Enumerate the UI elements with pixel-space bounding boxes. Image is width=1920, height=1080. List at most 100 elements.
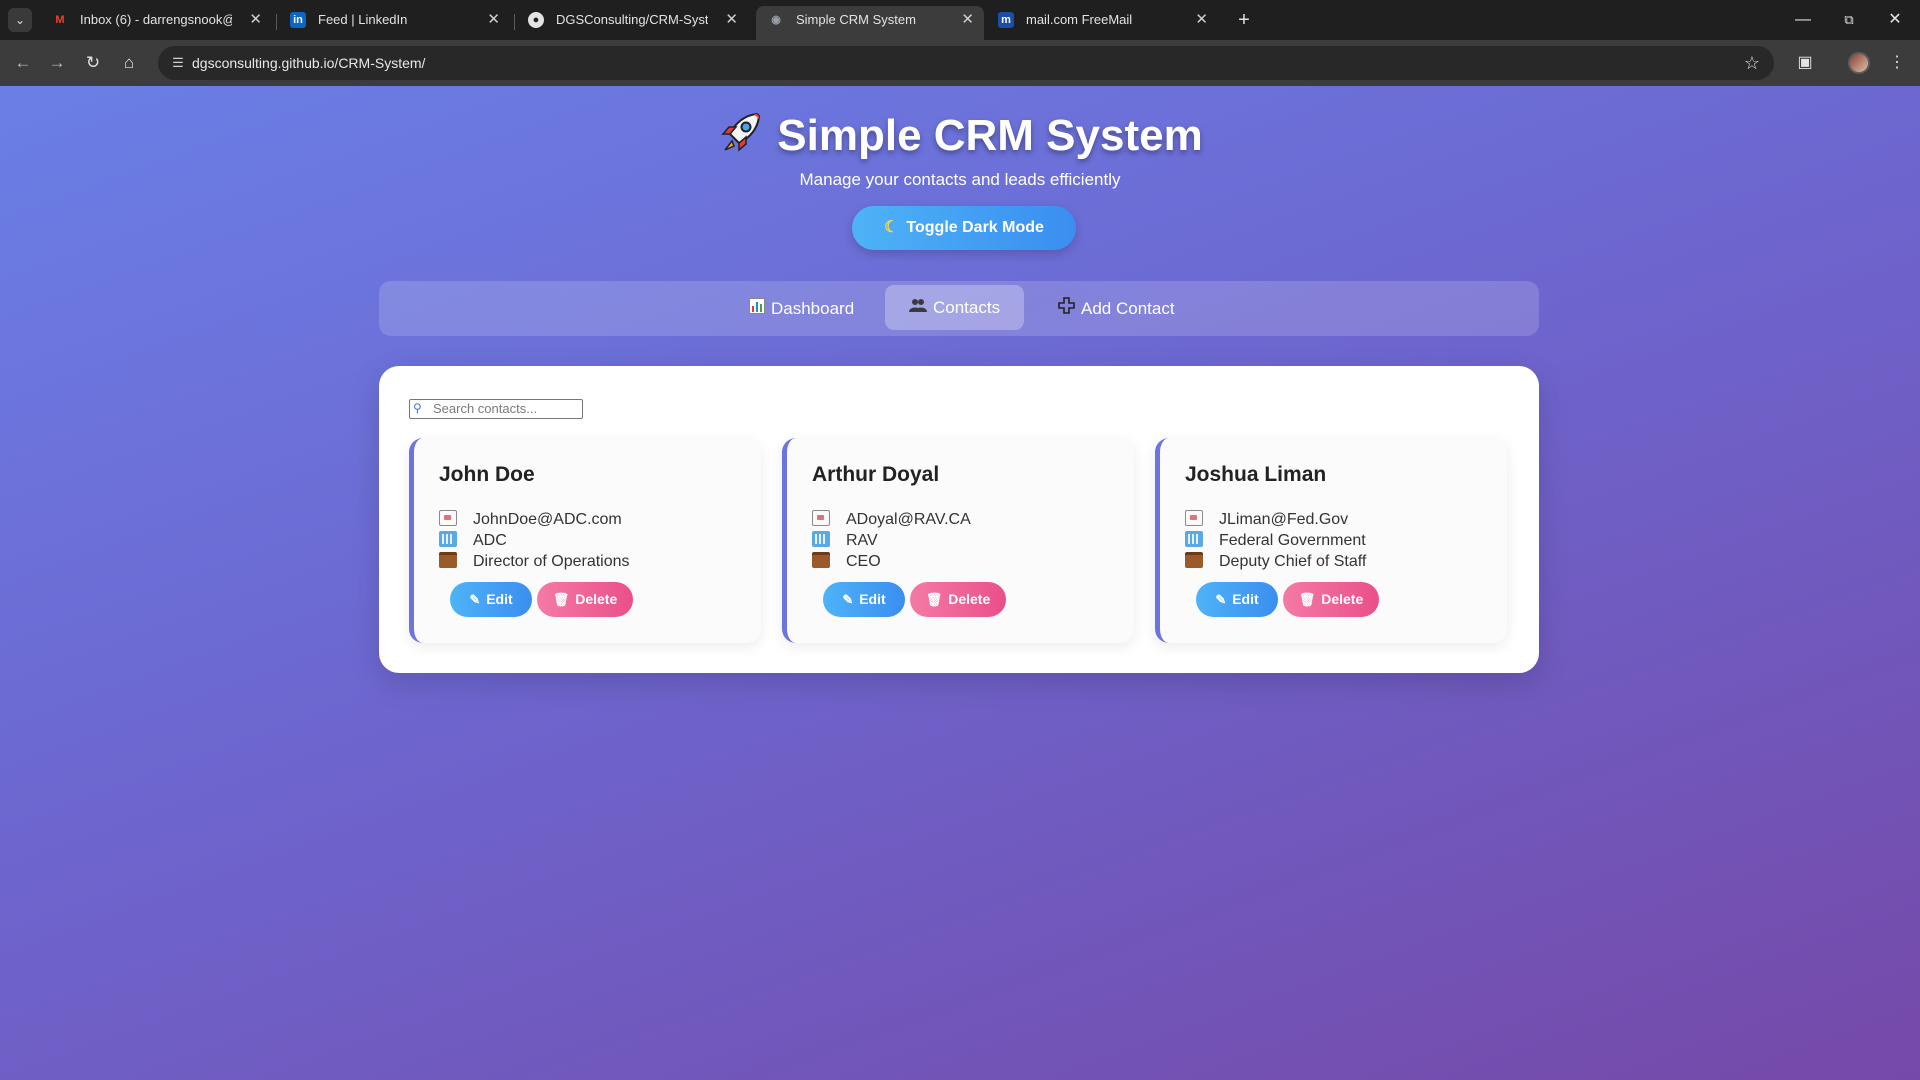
edit-label: Edit	[486, 591, 513, 607]
search-placeholder: Search contacts...	[433, 401, 538, 416]
edit-label: Edit	[859, 591, 886, 607]
contact-email: JLiman@Fed.Gov	[1219, 511, 1349, 528]
mailcom-icon: m	[998, 12, 1014, 28]
contact-company-row: RAV	[812, 531, 878, 551]
page-subtitle: Manage your contacts and leads efficient…	[799, 170, 1121, 189]
contact-name: Arthur Doyal	[812, 463, 940, 486]
edit-label: Edit	[1232, 591, 1259, 607]
moon-icon: ☾	[884, 219, 899, 236]
delete-label: Delete	[575, 591, 618, 607]
main-nav: Dashboard Contacts Add Contact	[379, 281, 1539, 336]
bookmark-star-icon[interactable]: ☆	[1740, 51, 1764, 75]
extensions-puzzle-icon[interactable]: ▣	[1792, 50, 1818, 76]
contact-name: John Doe	[439, 463, 535, 486]
minimize-icon[interactable]: —	[1780, 8, 1826, 32]
plus-icon	[1058, 282, 1075, 337]
forward-arrow-icon[interactable]: →	[44, 50, 70, 76]
magnifier-icon: ⚲	[413, 401, 422, 415]
contact-card: Joshua Liman JLiman@Fed.Gov Federal Gove…	[1155, 438, 1507, 643]
browser-tab-mailcom[interactable]: m mail.com FreeMail ✕	[986, 6, 1218, 40]
nav-add-contact[interactable]: Add Contact	[1058, 281, 1175, 336]
search-contacts-input[interactable]: ⚲ Search contacts...	[409, 399, 583, 419]
back-arrow-icon[interactable]: ←	[10, 50, 36, 76]
reload-icon[interactable]: ↻	[80, 50, 106, 76]
nav-dashboard-label: Dashboard	[771, 299, 855, 318]
contact-company: ADC	[473, 532, 507, 549]
tab-title: mail.com FreeMail	[1026, 12, 1133, 27]
building-icon	[812, 531, 830, 547]
contact-card: John Doe JohnDoe@ADC.com ADC Director of…	[409, 438, 761, 643]
home-icon[interactable]: ⌂	[116, 50, 142, 76]
trash-icon: 🗑	[552, 592, 570, 607]
contact-email: ADoyal@RAV.CA	[846, 511, 971, 528]
edit-button[interactable]: ✎ Edit	[1196, 582, 1278, 617]
browser-tab-gmail[interactable]: M Inbox (6) - darrengsnook@gmail.com ✕	[40, 6, 272, 40]
gmail-icon: M	[55, 14, 65, 26]
toggle-dark-mode-button[interactable]: ☾ Toggle Dark Mode	[852, 206, 1076, 250]
edit-button[interactable]: ✎ Edit	[823, 582, 905, 617]
tab-title: DGSConsulting/CRM-System: A	[556, 12, 708, 27]
tab-title: Simple CRM System	[796, 12, 916, 27]
nav-dashboard[interactable]: Dashboard	[749, 281, 854, 336]
contact-role: Deputy Chief of Staff	[1219, 553, 1367, 570]
delete-label: Delete	[1321, 591, 1364, 607]
contact-role: CEO	[846, 553, 881, 570]
close-tab-icon[interactable]: ✕	[1195, 6, 1208, 34]
delete-button[interactable]: 🗑 Delete	[1283, 582, 1379, 617]
browser-tab-linkedin[interactable]: in Feed | LinkedIn ✕	[278, 6, 510, 40]
contact-company-row: Federal Government	[1185, 531, 1366, 551]
url-text: dgsconsulting.github.io/CRM-System/	[192, 55, 426, 71]
contacts-panel: ⚲ Search contacts... John Doe JohnDoe@AD…	[379, 366, 1539, 673]
bar-chart-icon	[749, 282, 765, 337]
nav-contacts-label: Contacts	[933, 298, 1001, 317]
briefcase-icon	[439, 552, 457, 568]
crm-page: Simple CRM System Manage your contacts a…	[0, 86, 1920, 1080]
contact-email-row: ADoyal@RAV.CA	[812, 510, 971, 530]
pencil-icon: ✎	[1215, 592, 1227, 607]
page-title-text: Simple CRM System	[777, 111, 1203, 160]
close-tab-icon[interactable]: ✕	[487, 6, 500, 34]
envelope-icon	[1185, 510, 1203, 526]
rocket-icon	[717, 110, 763, 170]
site-settings-icon[interactable]: ☰	[168, 53, 188, 73]
contact-email-row: JohnDoe@ADC.com	[439, 510, 622, 530]
contact-role-row: Director of Operations	[439, 552, 630, 572]
more-menu-icon[interactable]: ⋮	[1884, 50, 1910, 76]
delete-button[interactable]: 🗑 Delete	[910, 582, 1006, 617]
restore-icon[interactable]: ⧉	[1826, 8, 1872, 32]
toggle-dark-mode-label: Toggle Dark Mode	[906, 219, 1044, 236]
contact-email: JohnDoe@ADC.com	[473, 511, 622, 528]
tab-divider	[276, 14, 277, 30]
browser-tab-github[interactable]: ● DGSConsulting/CRM-System: A ✕	[516, 6, 748, 40]
address-bar[interactable]: ☰ dgsconsulting.github.io/CRM-System/ ☆	[158, 46, 1774, 80]
building-icon	[439, 531, 457, 547]
globe-icon: ◉	[771, 14, 781, 26]
browser-toolbar: ← → ↻ ⌂ ☰ dgsconsulting.github.io/CRM-Sy…	[0, 40, 1920, 86]
github-icon: ●	[528, 12, 544, 28]
browser-tab-simple-crm[interactable]: ◉ Simple CRM System ✕	[756, 6, 984, 40]
trash-icon: 🗑	[925, 592, 943, 607]
close-tab-icon[interactable]: ✕	[961, 6, 974, 34]
close-tab-icon[interactable]: ✕	[725, 6, 738, 34]
contact-name: Joshua Liman	[1185, 463, 1327, 486]
contact-email-row: JLiman@Fed.Gov	[1185, 510, 1348, 530]
people-icon	[909, 286, 927, 331]
envelope-icon	[812, 510, 830, 526]
contact-role: Director of Operations	[473, 553, 630, 570]
linkedin-icon: in	[290, 12, 306, 28]
delete-button[interactable]: 🗑 Delete	[537, 582, 633, 617]
close-tab-icon[interactable]: ✕	[249, 6, 262, 34]
new-tab-plus-icon[interactable]: +	[1232, 8, 1256, 32]
tab-divider	[514, 14, 515, 30]
tab-title: Inbox (6) - darrengsnook@gmail.com	[80, 12, 232, 27]
nav-contacts[interactable]: Contacts	[885, 285, 1025, 331]
nav-add-contact-label: Add Contact	[1081, 299, 1175, 318]
tab-search-chevron-icon[interactable]: ⌄	[8, 8, 32, 32]
close-window-icon[interactable]: ✕	[1872, 8, 1918, 32]
briefcase-icon	[812, 552, 830, 568]
edit-button[interactable]: ✎ Edit	[450, 582, 532, 617]
contact-role-row: CEO	[812, 552, 881, 572]
contact-company: RAV	[846, 532, 878, 549]
profile-avatar[interactable]	[1848, 52, 1870, 74]
browser-tab-strip: ⌄ M Inbox (6) - darrengsnook@gmail.com ✕…	[0, 0, 1920, 40]
